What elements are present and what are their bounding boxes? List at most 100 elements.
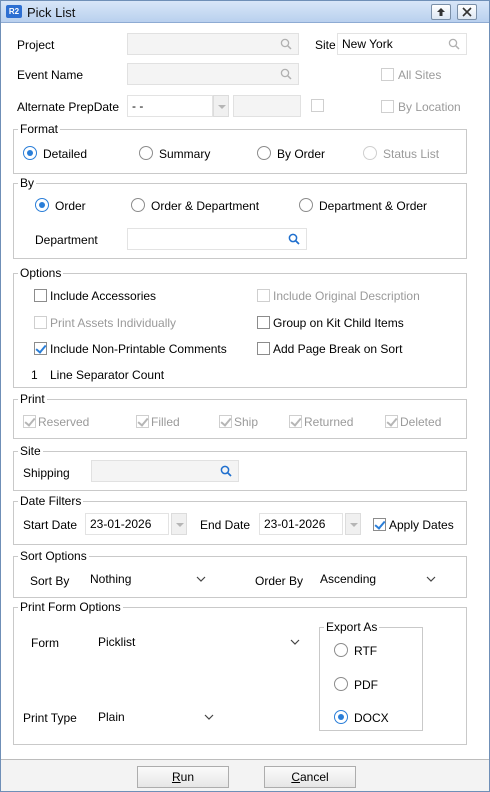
include-accessories-label: Include Accessories	[50, 289, 157, 303]
group-on-kit-child-items-label: Group on Kit Child Items	[273, 316, 404, 330]
by-department-order-radio[interactable]	[299, 198, 313, 212]
site-group: Site	[13, 444, 467, 491]
order-by-label: Order By	[255, 574, 304, 588]
print-filled-checkbox[interactable]	[136, 415, 149, 428]
include-non-printable-comments-checkbox[interactable]	[34, 342, 47, 355]
button-bar: Run Cancel	[1, 759, 489, 791]
department-field[interactable]	[127, 228, 307, 250]
form-value: Picklist	[98, 635, 136, 649]
format-summary-label: Summary	[159, 147, 211, 161]
search-icon[interactable]	[280, 68, 292, 80]
apply-dates-checkbox[interactable]	[373, 518, 386, 531]
search-icon[interactable]	[280, 38, 292, 50]
start-date-value: 23-01-2026	[90, 517, 152, 531]
options-legend: Options	[18, 266, 64, 280]
date-filters-legend: Date Filters	[18, 494, 84, 508]
format-summary-radio[interactable]	[139, 146, 153, 160]
line-separator-count-value[interactable]: 1	[31, 368, 38, 382]
end-date-value: 23-01-2026	[264, 517, 326, 531]
print-reserved-label: Reserved	[38, 415, 90, 429]
chevron-down-icon	[290, 639, 300, 645]
alternate-prepdate-checkbox[interactable]	[311, 99, 324, 112]
by-order-department-radio[interactable]	[131, 198, 145, 212]
all-sites-label: All Sites	[398, 68, 442, 82]
site-field[interactable]: New York	[337, 33, 467, 55]
print-ship-checkbox[interactable]	[219, 415, 232, 428]
prepdate-dropdown-button[interactable]	[213, 95, 229, 117]
cancel-button-mnemonic: C	[291, 770, 300, 784]
add-page-break-on-sort-checkbox[interactable]	[257, 342, 270, 355]
export-docx-radio[interactable]	[334, 710, 348, 724]
restore-button[interactable]	[431, 4, 451, 20]
by-order-radio[interactable]	[35, 198, 49, 212]
print-type-value: Plain	[98, 710, 125, 724]
sort-by-label: Sort By	[30, 574, 70, 588]
all-sites-checkbox[interactable]	[381, 68, 394, 81]
format-by-order-label: By Order	[277, 147, 326, 161]
by-department-order-label: Department & Order	[319, 199, 428, 213]
line-separator-count-label: Line Separator Count	[50, 368, 165, 382]
app-logo-icon: R2	[6, 5, 22, 18]
format-by-order-radio[interactable]	[257, 146, 271, 160]
format-detailed-radio[interactable]	[23, 146, 37, 160]
chevron-down-icon	[426, 576, 436, 582]
start-date-dropdown-button[interactable]	[171, 513, 187, 535]
start-date-field[interactable]: 23-01-2026	[85, 513, 169, 535]
end-date-field[interactable]: 23-01-2026	[259, 513, 343, 535]
search-icon[interactable]	[220, 465, 232, 477]
site-value: New York	[342, 37, 393, 51]
chevron-down-icon	[196, 576, 206, 582]
export-pdf-radio[interactable]	[334, 677, 348, 691]
order-by-dropdown[interactable]: Ascending	[315, 568, 445, 590]
print-deleted-label: Deleted	[400, 415, 442, 429]
export-rtf-label: RTF	[354, 644, 378, 658]
alternate-prepdate-label: Alternate PrepDate	[17, 100, 120, 114]
export-rtf-radio[interactable]	[334, 643, 348, 657]
close-icon	[462, 7, 472, 17]
search-icon[interactable]	[448, 38, 460, 50]
close-button[interactable]	[457, 4, 477, 20]
include-original-description-checkbox[interactable]	[257, 289, 270, 302]
include-non-printable-comments-label: Include Non-Printable Comments	[50, 342, 227, 356]
apply-dates-label: Apply Dates	[389, 518, 454, 532]
run-button-label: un	[180, 770, 195, 784]
project-label: Project	[17, 38, 55, 52]
format-legend: Format	[18, 122, 61, 136]
end-date-dropdown-button[interactable]	[345, 513, 361, 535]
print-assets-individually-checkbox[interactable]	[34, 316, 47, 329]
print-form-options-legend: Print Form Options	[18, 600, 123, 614]
title-bar[interactable]: R2 Pick List	[1, 1, 489, 23]
site-group-legend: Site	[18, 444, 43, 458]
export-as-legend: Export As	[324, 620, 380, 634]
cancel-button[interactable]: Cancel	[264, 766, 356, 788]
print-deleted-checkbox[interactable]	[385, 415, 398, 428]
include-accessories-checkbox[interactable]	[34, 289, 47, 302]
chevron-down-icon	[204, 714, 214, 720]
department-label: Department	[35, 233, 98, 247]
run-button[interactable]: Run	[137, 766, 229, 788]
search-icon[interactable]	[288, 233, 300, 245]
by-legend: By	[18, 176, 37, 190]
add-page-break-on-sort-label: Add Page Break on Sort	[273, 342, 403, 356]
sort-by-dropdown[interactable]: Nothing	[85, 568, 215, 590]
project-field[interactable]	[127, 33, 299, 55]
event-name-field[interactable]	[127, 63, 299, 85]
by-location-checkbox[interactable]	[381, 100, 394, 113]
shipping-field[interactable]	[91, 460, 239, 482]
group-on-kit-child-items-checkbox[interactable]	[257, 316, 270, 329]
alternate-preptime-field[interactable]	[233, 95, 301, 117]
window-title: Pick List	[27, 5, 76, 20]
order-by-value: Ascending	[320, 572, 377, 586]
print-reserved-checkbox[interactable]	[23, 415, 36, 428]
print-returned-label: Returned	[304, 415, 354, 429]
export-pdf-label: PDF	[354, 678, 378, 692]
format-status-list-radio[interactable]	[363, 146, 377, 160]
cancel-button-label: ancel	[299, 770, 329, 784]
by-location-label: By Location	[398, 100, 461, 114]
form-dropdown[interactable]: Picklist	[93, 631, 309, 653]
pick-list-window: R2 Pick List Project Site New York Event…	[0, 0, 490, 792]
alternate-prepdate-field[interactable]: - -	[127, 95, 213, 117]
print-type-dropdown[interactable]: Plain	[93, 706, 223, 728]
print-returned-checkbox[interactable]	[289, 415, 302, 428]
print-ship-label: Ship	[234, 415, 259, 429]
